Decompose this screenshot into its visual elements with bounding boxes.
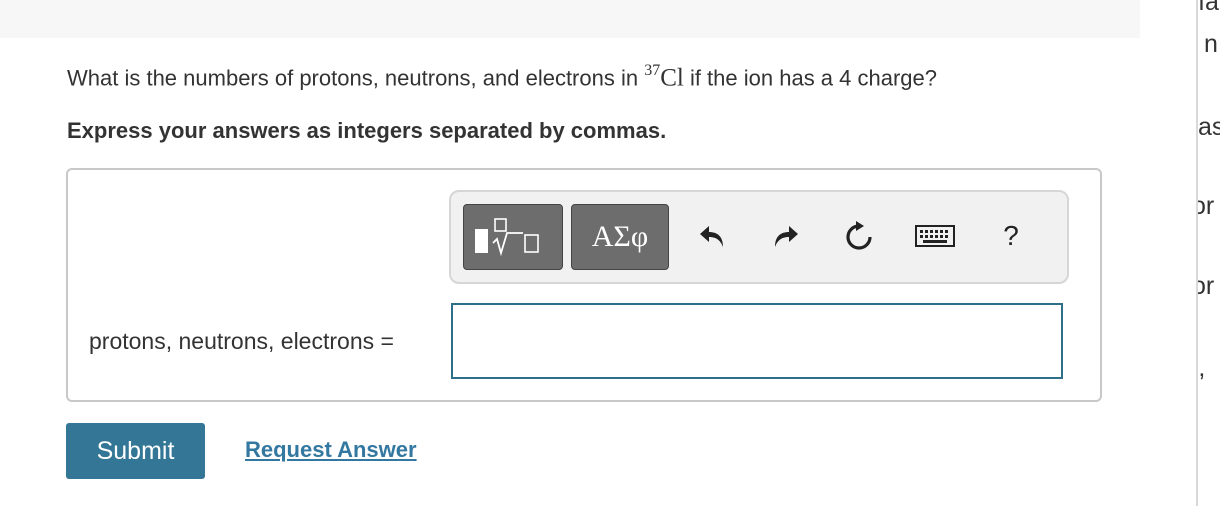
adjacent-text-fragment: or: [1198, 192, 1215, 220]
reset-button[interactable]: [839, 214, 879, 258]
keyboard-button[interactable]: [915, 214, 955, 258]
redo-icon: [775, 226, 798, 247]
submit-button[interactable]: Submit: [66, 423, 205, 479]
templates-button[interactable]: [463, 204, 563, 270]
element-symbol: Cl: [660, 64, 684, 92]
keyboard-icon: [915, 225, 955, 247]
top-band: [0, 0, 1140, 38]
adjacent-text-fragment: or: [1198, 272, 1215, 300]
help-icon: ?: [1003, 220, 1019, 251]
reset-icon: [846, 221, 872, 250]
adjacent-text-fragment: ıa: [1198, 0, 1219, 16]
question-suffix: if the ion has a 4 charge?: [683, 65, 937, 91]
mass-number: 37: [644, 62, 661, 79]
help-button[interactable]: ?: [991, 214, 1031, 258]
adjacent-text-fragment: n: [1204, 30, 1218, 58]
adjacent-text-fragment: ),: [1198, 354, 1206, 382]
request-answer-link[interactable]: Request Answer: [245, 437, 417, 463]
question-text: What is the numbers of protons, neutrons…: [67, 62, 937, 92]
math-toolbar: ΑΣφ ?: [449, 190, 1069, 284]
adjacent-panel-edge: ıa n as or or ),: [1196, 0, 1220, 506]
redo-button[interactable]: [765, 214, 805, 258]
adjacent-text-fragment: as: [1198, 113, 1220, 141]
answer-label: protons, neutrons, electrons =: [89, 328, 394, 354]
question-prefix: What is the numbers of protons, neutrons…: [67, 65, 645, 91]
undo-icon: [700, 226, 723, 247]
greek-symbols-button[interactable]: ΑΣφ: [571, 204, 669, 270]
answer-input[interactable]: [451, 303, 1063, 379]
instruction-text: Express your answers as integers separat…: [67, 118, 667, 143]
templates-icon: [475, 218, 539, 257]
undo-button[interactable]: [693, 214, 733, 258]
